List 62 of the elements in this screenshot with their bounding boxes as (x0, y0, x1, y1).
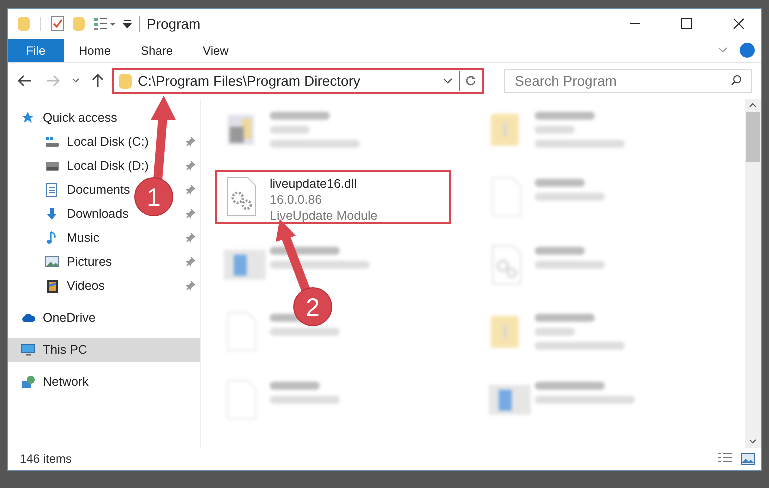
scroll-up-icon[interactable] (749, 103, 757, 108)
sidebar-item[interactable]: Local Disk (C:) (67, 132, 149, 152)
recent-dropdown-icon[interactable] (72, 78, 80, 84)
thumbnail-view-icon[interactable] (741, 453, 755, 465)
chevron-icon[interactable] (718, 47, 728, 54)
checklist-icon[interactable] (51, 16, 65, 32)
pin-icon[interactable] (186, 257, 196, 267)
dropdown-icon[interactable] (443, 78, 453, 84)
monitor-icon (21, 342, 36, 358)
picture-icon (45, 254, 60, 270)
folder-icon (119, 74, 132, 88)
search-field[interactable]: Search Program (504, 69, 752, 93)
file-name: liveupdate16.dll (270, 176, 358, 192)
sidebar-item[interactable]: Network (43, 372, 89, 392)
pin-icon[interactable] (186, 281, 196, 291)
sidebar-item[interactable]: Documents (67, 180, 130, 200)
dropdown-icon[interactable] (123, 20, 132, 28)
pin-icon[interactable] (186, 137, 196, 147)
window-title: Program (147, 14, 201, 34)
sidebar-item[interactable]: This PC (43, 340, 88, 360)
up-icon[interactable] (92, 74, 104, 88)
step-badge (294, 288, 332, 326)
scrollbar[interactable] (745, 99, 761, 448)
step-number: 2 (306, 294, 320, 322)
down-arrow-icon (45, 206, 60, 222)
maximize-icon[interactable] (681, 18, 693, 30)
ribbon-tab[interactable]: View (188, 39, 244, 62)
drive-icon (45, 134, 60, 150)
sidebar-item[interactable]: Videos (67, 276, 105, 296)
item-count: 146 items (20, 451, 72, 468)
sidebar-item[interactable]: Quick access (43, 108, 118, 128)
back-icon[interactable] (18, 75, 32, 87)
address-bar[interactable]: C:\Program Files\Program Directory (112, 68, 484, 94)
sidebar-item[interactable]: Music (67, 228, 100, 248)
network-icon (21, 374, 36, 390)
properties-icon[interactable] (93, 17, 117, 31)
scroll-thumb[interactable] (746, 112, 760, 162)
step-badge (134, 178, 174, 216)
star-icon (21, 110, 36, 126)
ribbon-tab[interactable]: File (8, 39, 64, 62)
pin-icon[interactable] (186, 185, 196, 195)
file-detail: LiveUpdate Module (270, 208, 378, 224)
file-tile[interactable]: liveupdate16.dll 16.0.0.86 LiveUpdate Module (215, 170, 451, 224)
ribbon-tab[interactable]: Home (64, 39, 126, 62)
pin-icon[interactable] (186, 161, 196, 171)
document-icon (45, 182, 60, 198)
film-icon (45, 278, 60, 294)
file-detail: 16.0.0.86 (270, 192, 324, 208)
sidebar-item[interactable]: Local Disk (D:) (67, 156, 149, 176)
details-view-icon[interactable] (717, 453, 733, 465)
sidebar-item[interactable]: Downloads (67, 204, 129, 224)
refresh-icon[interactable] (465, 75, 477, 87)
scroll-down-icon[interactable] (749, 439, 757, 444)
close-icon[interactable] (733, 18, 745, 30)
sidebar-item[interactable]: Pictures (67, 252, 112, 272)
search-icon[interactable] (731, 75, 742, 86)
pin-icon[interactable] (186, 209, 196, 219)
sidebar-item[interactable]: OneDrive (43, 308, 96, 328)
pin-icon[interactable] (186, 233, 196, 243)
ribbon-tab[interactable]: Share (126, 39, 188, 62)
step-number: 1 (147, 184, 161, 212)
help-icon[interactable] (740, 43, 755, 58)
